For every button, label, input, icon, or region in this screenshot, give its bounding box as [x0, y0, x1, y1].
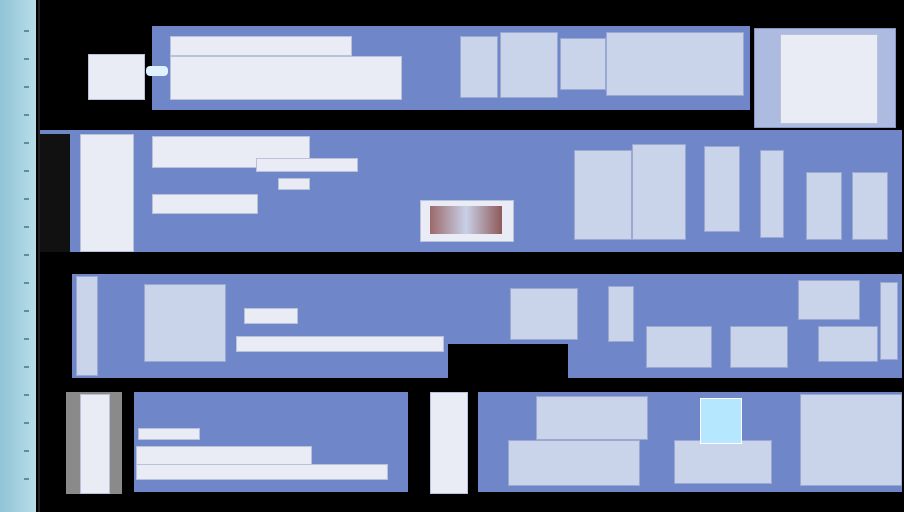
row-2-chip[interactable]: [278, 178, 310, 190]
row-2-card-f[interactable]: [852, 172, 888, 240]
row-2-label-card[interactable]: [80, 134, 134, 252]
row-2-card-d[interactable]: [760, 150, 784, 238]
row-2-text-b: [256, 158, 358, 172]
row-3-card-b[interactable]: [510, 288, 578, 340]
row-1-side-sheet: [780, 34, 878, 124]
row-1-text-block-2: [170, 56, 402, 100]
row-2-left-dark: [40, 134, 70, 252]
row-3-left-strip[interactable]: [76, 276, 98, 376]
row-2-card-e[interactable]: [806, 172, 842, 240]
row-1-card-c[interactable]: [560, 38, 606, 90]
row-3-card-d[interactable]: [646, 326, 712, 368]
row-4-text-b: [136, 446, 312, 466]
row-4-card-a[interactable]: [536, 396, 648, 440]
row-3-text-a: [244, 308, 298, 324]
row-2-card-a[interactable]: [574, 150, 632, 240]
row-4-card-c[interactable]: [674, 440, 772, 484]
row-3-dark-gap: [448, 344, 568, 378]
row-3-card-f[interactable]: [798, 280, 860, 320]
row-1-card-d[interactable]: [606, 32, 744, 96]
row-1-card-b[interactable]: [500, 32, 558, 98]
row-3-card-e[interactable]: [730, 326, 788, 368]
left-sidebar: [0, 0, 36, 512]
row-2-image: [430, 206, 502, 234]
row-1-card-a[interactable]: [460, 36, 498, 98]
row-4-gray-sheet: [80, 394, 110, 494]
row-3-text-b: [236, 336, 444, 352]
row-4-card-d[interactable]: [800, 394, 902, 486]
row-2-text-c: [152, 194, 258, 214]
divider: [38, 0, 40, 512]
row-3-card-a[interactable]: [144, 284, 226, 362]
row-4-card-b[interactable]: [508, 440, 640, 486]
row-2-card-b[interactable]: [632, 144, 686, 240]
row-1-thumb[interactable]: [88, 54, 145, 100]
row-1-text-block: [170, 36, 352, 56]
row-3-card-h[interactable]: [880, 282, 898, 360]
row-4-text-a: [138, 428, 200, 440]
row-3-card-g[interactable]: [818, 326, 878, 362]
row-4-text-c: [136, 464, 388, 480]
row-4-cyan-card[interactable]: [700, 398, 742, 444]
row-4-vertical-card[interactable]: [430, 392, 468, 494]
row-3-card-c[interactable]: [608, 286, 634, 342]
connector-dot: [146, 66, 168, 76]
row-2-card-c[interactable]: [704, 146, 740, 232]
